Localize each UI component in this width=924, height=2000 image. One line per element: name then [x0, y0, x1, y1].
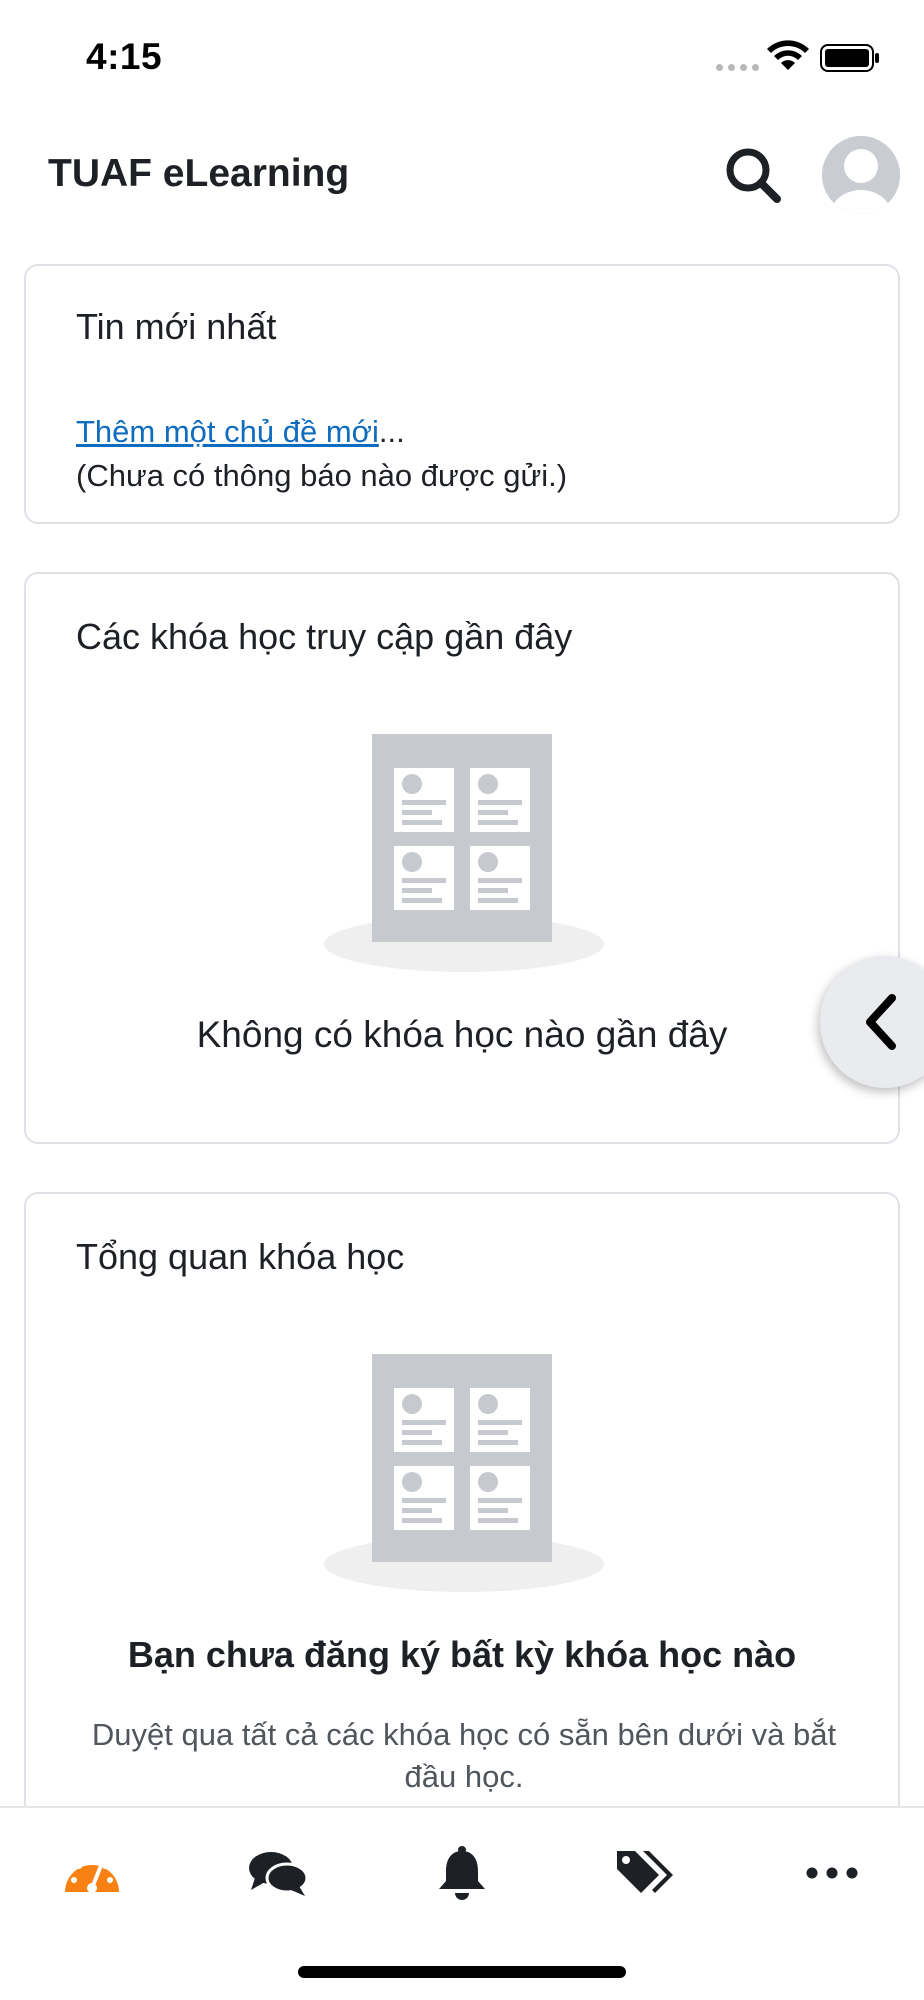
chat-bubbles-icon [249, 1852, 309, 1896]
course-overview-card: Tổng quan khóa học Bạn chưa đăng ký bất … [24, 1192, 900, 1852]
empty-courses-illustration [324, 734, 604, 972]
recent-courses-card: Các khóa học truy cập gần đây Không có k… [24, 572, 900, 1144]
tab-notifications[interactable] [422, 1838, 502, 1908]
no-announcements-note: (Chưa có thông báo nào được gửi.) [76, 458, 568, 493]
card-title: Tổng quan khóa học [76, 1236, 405, 1277]
tab-messages[interactable] [238, 1838, 318, 1908]
app-title: TUAF eLearning [48, 152, 350, 195]
search-icon[interactable] [722, 144, 784, 206]
tags-icon [617, 1851, 673, 1893]
bell-icon [439, 1846, 485, 1900]
user-avatar[interactable] [822, 136, 900, 214]
tab-tags[interactable] [606, 1838, 686, 1908]
user-silhouette-icon [822, 136, 900, 214]
news-link-line: Thêm một chủ đề mới... [76, 414, 405, 450]
empty-courses-illustration [324, 1354, 604, 1592]
latest-news-card: Tin mới nhất Thêm một chủ đề mới... (Chư… [24, 264, 900, 524]
home-indicator [298, 1966, 626, 1978]
card-title: Tin mới nhất [76, 306, 277, 347]
empty-enrolled-heading: Bạn chưa đăng ký bất kỳ khóa học nào [127, 1634, 797, 1675]
tab-dashboard[interactable] [52, 1838, 132, 1908]
status-time: 4:15 [86, 36, 163, 77]
cellular-signal-icon [716, 64, 759, 71]
tab-more[interactable] [792, 1838, 872, 1908]
ellipsis-icon [806, 1867, 858, 1879]
chevron-left-icon [866, 994, 896, 1050]
card-title: Các khóa học truy cập gần đây [76, 616, 573, 657]
empty-enrolled-description: Duyệt qua tất cả các khóa học có sẵn bên… [91, 1717, 837, 1794]
add-topic-link[interactable]: Thêm một chủ đề mới [76, 414, 379, 449]
dashboard-gauge-icon [65, 1857, 119, 1893]
app-screen: 4:15 TUAF eLearning Tin mới nhất Thêm mộ… [0, 0, 924, 2000]
status-bar: 4:15 [0, 0, 924, 110]
empty-recent-text: Không có khóa học nào gần đây [196, 1014, 728, 1055]
battery-icon [820, 44, 879, 72]
wifi-icon [767, 40, 809, 70]
ellipsis: ... [378, 414, 405, 449]
